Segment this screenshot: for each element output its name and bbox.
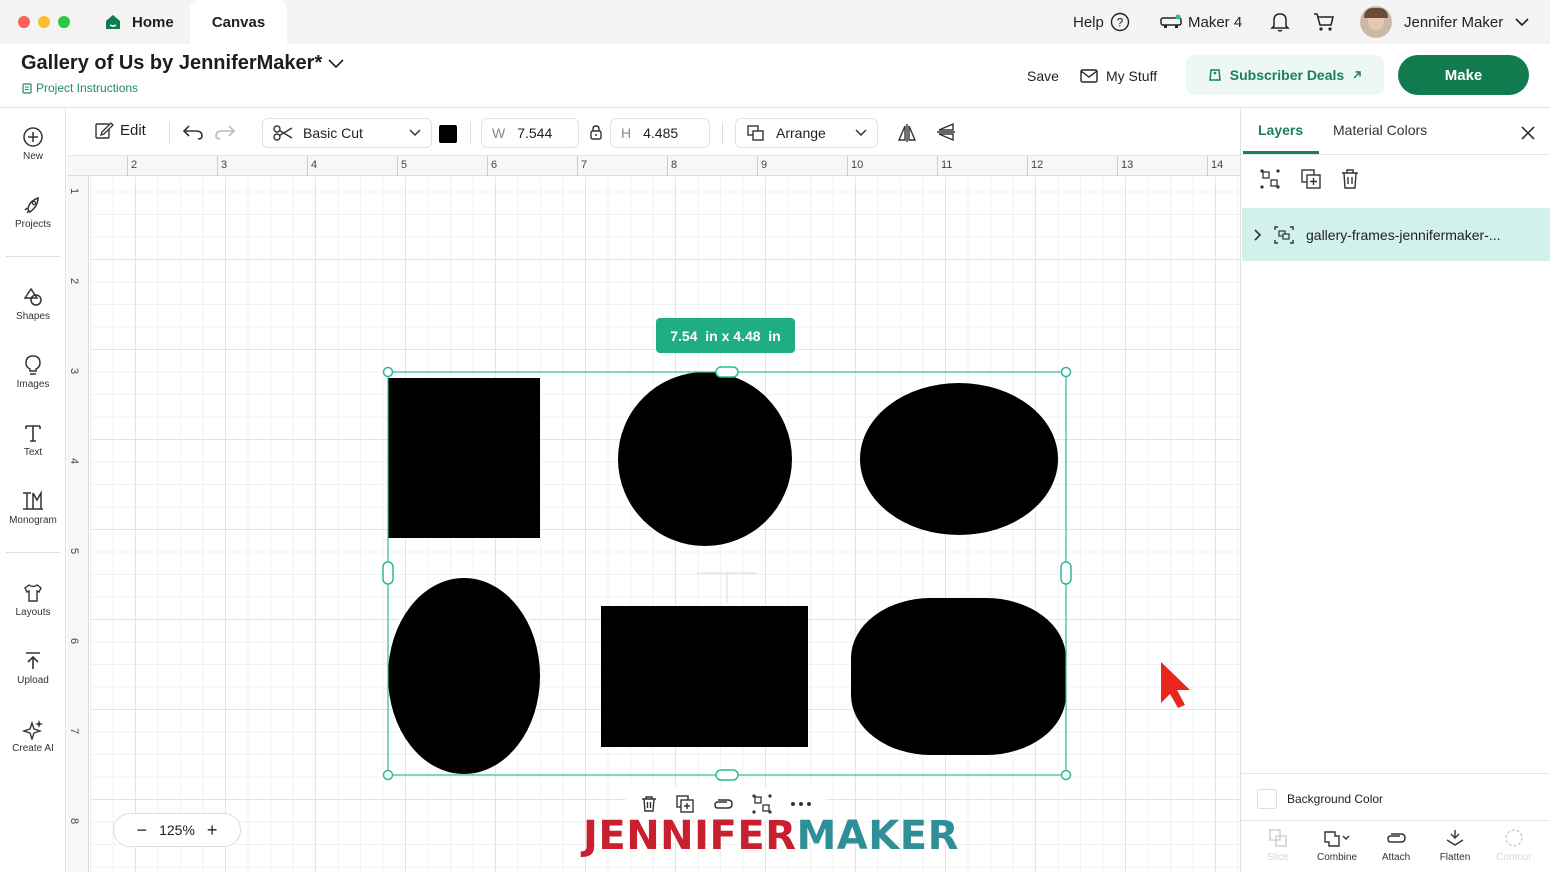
trash-icon bbox=[1340, 168, 1360, 190]
user-menu[interactable]: Jennifer Maker bbox=[1360, 6, 1529, 38]
slice-label: Slice bbox=[1267, 852, 1289, 863]
zoom-out-button[interactable]: − bbox=[137, 820, 148, 841]
shape-vertical-oval[interactable] bbox=[388, 578, 540, 774]
avatar bbox=[1360, 6, 1392, 38]
contour-button[interactable]: Contour bbox=[1487, 828, 1541, 872]
resize-handle[interactable] bbox=[715, 366, 739, 378]
bell-icon bbox=[1270, 11, 1290, 33]
contour-icon bbox=[1504, 828, 1524, 848]
watermark-maker: MAKER bbox=[796, 813, 959, 859]
notifications-button[interactable] bbox=[1270, 8, 1290, 36]
make-button[interactable]: Make bbox=[1398, 55, 1529, 95]
delete-button[interactable] bbox=[1340, 168, 1360, 190]
duplicate-button[interactable] bbox=[1300, 168, 1322, 190]
tab-material-colors-label: Material Colors bbox=[1333, 122, 1428, 138]
chevron-right-icon[interactable] bbox=[1254, 228, 1262, 241]
jennifermaker-watermark: JENNIFER MAKER bbox=[583, 808, 959, 864]
cart-icon bbox=[1313, 12, 1335, 32]
background-color-option[interactable]: Background Color bbox=[1257, 789, 1383, 809]
combine-icon bbox=[1323, 828, 1351, 848]
shape-rounded-rectangle[interactable] bbox=[851, 598, 1066, 755]
slice-icon bbox=[1268, 828, 1288, 848]
layer-actions-bar: Slice Combine Attach Flatten Contour bbox=[1251, 828, 1541, 872]
tab-layers[interactable]: Layers bbox=[1258, 122, 1303, 138]
shape-horizontal-oval[interactable] bbox=[860, 383, 1058, 535]
group-layer-icon bbox=[1274, 225, 1294, 244]
resize-handle[interactable] bbox=[382, 769, 394, 781]
more-options-icon[interactable] bbox=[790, 801, 812, 807]
size-badge: 7.54 in x 4.48 in bbox=[656, 318, 795, 353]
mouse-cursor-icon bbox=[1161, 662, 1190, 708]
combine-label: Combine bbox=[1316, 852, 1358, 863]
resize-handle[interactable] bbox=[1060, 769, 1072, 781]
attach-button[interactable]: Attach bbox=[1369, 828, 1423, 872]
panel-divider bbox=[1241, 154, 1550, 155]
contour-label: Contour bbox=[1496, 852, 1532, 863]
attach-icon bbox=[1385, 828, 1407, 848]
close-panel-button[interactable] bbox=[1520, 125, 1536, 141]
external-link-icon bbox=[1352, 70, 1362, 80]
resize-handle[interactable] bbox=[1060, 366, 1072, 378]
zoom-control: − 125% + bbox=[113, 813, 241, 847]
flatten-icon bbox=[1444, 828, 1466, 848]
user-name: Jennifer Maker bbox=[1404, 13, 1504, 31]
ungroup-icon bbox=[1259, 168, 1281, 190]
resize-handle[interactable] bbox=[1060, 561, 1072, 585]
combine-button[interactable]: Combine bbox=[1310, 828, 1364, 872]
tab-material-colors[interactable]: Material Colors bbox=[1333, 122, 1427, 138]
panel-divider bbox=[1241, 773, 1550, 774]
close-icon bbox=[1520, 125, 1536, 141]
resize-handle[interactable] bbox=[382, 366, 394, 378]
duplicate-icon bbox=[1300, 168, 1322, 190]
background-color-swatch[interactable] bbox=[1257, 789, 1277, 809]
subscriber-deals-label: Subscriber Deals bbox=[1229, 67, 1345, 83]
zoom-level: 125% bbox=[159, 822, 195, 838]
slice-button[interactable]: Slice bbox=[1251, 828, 1305, 872]
zoom-in-button[interactable]: + bbox=[207, 820, 218, 841]
center-crosshair bbox=[697, 572, 757, 603]
group-button[interactable] bbox=[1259, 168, 1281, 190]
layer-row[interactable]: gallery-frames-jennifermaker-... bbox=[1242, 208, 1550, 261]
attach-label: Attach bbox=[1381, 852, 1411, 863]
layer-name: gallery-frames-jennifermaker-... bbox=[1306, 226, 1501, 243]
shape-square[interactable] bbox=[388, 378, 540, 538]
flatten-button[interactable]: Flatten bbox=[1428, 828, 1482, 872]
watermark-jennifer: JENNIFER bbox=[583, 813, 797, 859]
cart-button[interactable] bbox=[1313, 8, 1335, 36]
shape-circle[interactable] bbox=[618, 372, 792, 546]
background-color-label: Background Color bbox=[1287, 792, 1384, 806]
resize-handle[interactable] bbox=[382, 561, 394, 585]
shape-rectangle[interactable] bbox=[601, 606, 808, 747]
right-panel: Layers Material Colors gallery-frames-je… bbox=[1240, 108, 1550, 872]
canvas-artwork bbox=[382, 366, 1190, 781]
chevron-down-icon bbox=[1515, 17, 1529, 27]
resize-handle[interactable] bbox=[715, 769, 739, 781]
tab-layers-label: Layers bbox=[1258, 122, 1304, 138]
flatten-label: Flatten bbox=[1439, 852, 1471, 863]
panel-divider bbox=[1241, 820, 1550, 821]
make-label: Make bbox=[1444, 66, 1483, 84]
